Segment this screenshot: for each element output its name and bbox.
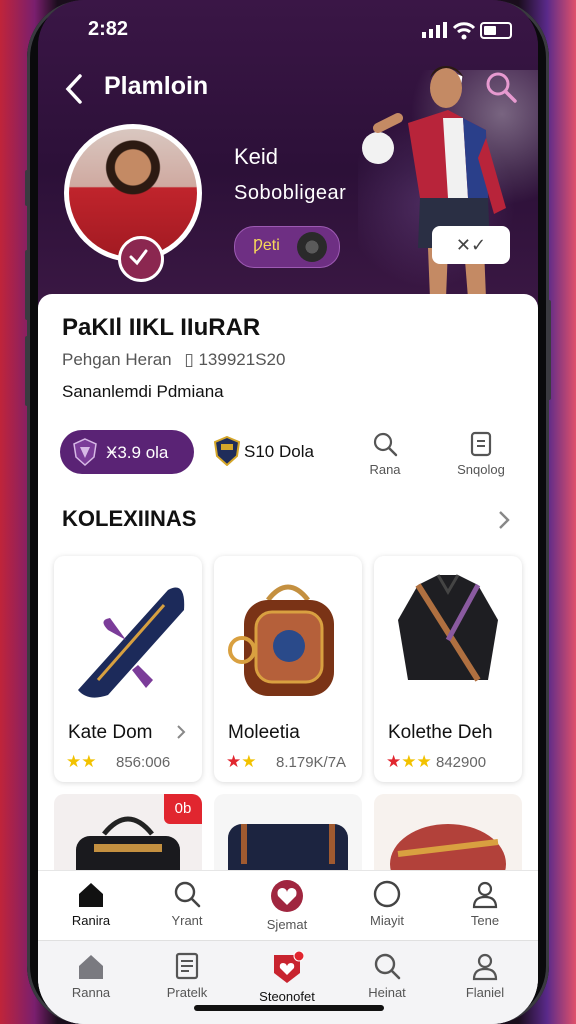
sale-badge: 0b (164, 794, 202, 824)
back-arrow-icon[interactable] (60, 72, 90, 106)
info-meta: Pehgan Heran ▯ 139921S20 (62, 350, 285, 370)
tab-label: Heinat (368, 985, 406, 1000)
product-card[interactable]: Kate Dom ★★ 856:006 (54, 556, 202, 782)
tab-home[interactable]: Ranira (46, 879, 136, 928)
status-time: 2:82 (88, 18, 129, 40)
tab-favorites[interactable]: Sjemat (242, 879, 332, 932)
circle-icon (373, 880, 401, 908)
info-heading: PaKIl IIKL IIuRAR (62, 314, 261, 341)
quick-action-search[interactable]: Rana (350, 430, 420, 477)
tab-label: Tene (470, 913, 500, 928)
search-icon (174, 881, 201, 908)
product-name: Moleetia (228, 722, 300, 743)
page-title: Plamloin (104, 72, 209, 100)
product-card[interactable]: Moleetia ★★ 8.179K/7A (214, 556, 362, 782)
chevron-right-icon[interactable] (494, 508, 514, 532)
shoe-image (78, 587, 185, 698)
meta-value: 139921S20 (198, 350, 286, 369)
product-name: Kate Dom (68, 722, 153, 743)
quick-action-document[interactable]: Snqolog (446, 430, 516, 477)
volume-up-button (25, 250, 30, 320)
tab-label: Pratelk (166, 985, 208, 1000)
verified-badge (118, 236, 164, 282)
home-indicator (194, 1005, 384, 1011)
tab-label: Flaniel (465, 985, 505, 1000)
tab-label: Steonofet (259, 989, 315, 1004)
tab-store[interactable]: Steonofet (242, 951, 332, 1004)
heart-check-icon (129, 249, 148, 266)
jacket-image (398, 574, 498, 682)
tab-search-secondary[interactable]: Heinat (342, 951, 432, 1000)
profile-name: Keid (234, 144, 279, 169)
meta-label: Pehgan Heran (62, 350, 172, 369)
points-chip-label: S10 Dola (244, 442, 314, 461)
primary-tab-bar: Ranira Yrant Sjemat Miayit Tene (38, 870, 538, 941)
list-icon (175, 952, 199, 980)
screen: 2:82 Plamloin Keid Sobobligear Ƿeti ✕✓ P… (38, 0, 538, 1024)
ball-icon (297, 232, 327, 262)
tab-search[interactable]: Yrant (142, 879, 232, 928)
info-description: Sananlemdi Pdmiana (62, 382, 224, 401)
shield-heart-icon (274, 951, 304, 983)
mute-switch (25, 170, 30, 206)
product-price: 856:006 (116, 754, 171, 771)
product-price: 842900 (436, 754, 487, 771)
heart-icon (271, 880, 303, 912)
tab-home-secondary[interactable]: Ranna (46, 951, 136, 1000)
product-name: Kolethe Deh (388, 722, 493, 743)
shield-crest-icon (73, 438, 97, 466)
power-button (546, 300, 551, 400)
status-bar: 2:82 (38, 16, 538, 44)
tab-label: Ranna (71, 985, 111, 1000)
phone-icon: ▯ (184, 350, 194, 369)
secondary-tab-bar: Ranna Pratelk Steonofet Heinat Flaniel (38, 940, 538, 1024)
tab-list[interactable]: Pratelk (142, 951, 232, 1000)
profile-subtitle: Sobobligear (234, 182, 347, 204)
home-icon (79, 883, 103, 907)
product-card[interactable]: Kolethe Deh ★★★ 842900 (374, 556, 522, 782)
product-rating: ★★ (226, 752, 257, 771)
volume-down-button (25, 336, 30, 406)
profile-action-label: Ƿeti (253, 237, 280, 254)
dismiss-button[interactable]: ✕✓ (432, 226, 510, 264)
profile-action-button[interactable]: Ƿeti (234, 226, 340, 268)
profile-hero: 2:82 Plamloin Keid Sobobligear Ƿeti ✕✓ (38, 0, 538, 310)
section-title: KOLEXIINAS (62, 506, 197, 531)
tab-profile[interactable]: Tene (440, 879, 530, 928)
tab-explore[interactable]: Miayit (342, 879, 432, 928)
tab-label: Sjemat (266, 917, 308, 932)
user-icon (472, 881, 498, 909)
search-icon (373, 432, 398, 457)
bag-image (228, 584, 334, 696)
chevron-right-icon (177, 725, 186, 739)
product-rating: ★★★ (386, 752, 432, 771)
balance-chip-label: Ӿ3.9 ola (106, 443, 169, 462)
signal-icon (422, 22, 447, 38)
balance-chip[interactable]: Ӿ3.9 ola (60, 430, 194, 474)
tab-label: Ranira (71, 913, 111, 928)
wifi-icon (452, 22, 476, 40)
quick-action-document-label: Snqolog (457, 462, 505, 477)
tab-label: Yrant (171, 913, 203, 928)
club-crest-icon (214, 436, 240, 466)
home-icon (79, 955, 103, 979)
product-rating: ★★ (66, 752, 97, 771)
tab-label: Miayit (370, 913, 404, 928)
battery-icon (480, 22, 512, 39)
tab-account[interactable]: Flaniel (440, 951, 530, 1000)
user-icon (472, 953, 498, 981)
search-icon (374, 953, 401, 980)
quick-action-search-label: Rana (369, 462, 401, 477)
product-price: 8.179K/7A (276, 754, 347, 771)
document-icon (470, 431, 492, 457)
